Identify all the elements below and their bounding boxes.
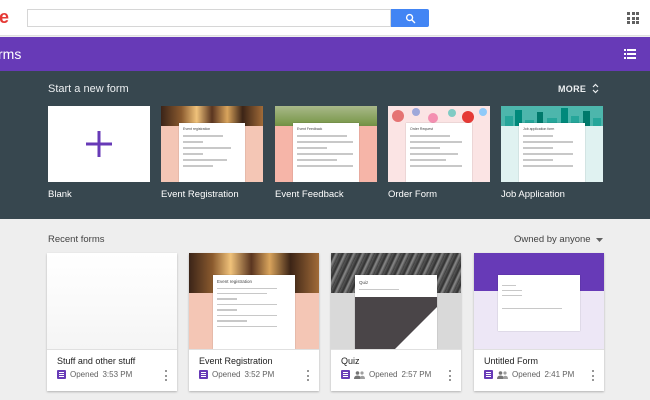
template-sheet: Order Request — [406, 123, 472, 182]
template-label: Job Application — [501, 189, 565, 200]
recent-forms-title: Recent forms — [48, 234, 105, 245]
search-button[interactable] — [391, 9, 429, 27]
opened-label: Opened — [369, 370, 398, 379]
google-logo-fragment[interactable]: e — [0, 6, 9, 28]
opened-time: 2:41 PM — [544, 370, 575, 379]
opened-label: Opened — [70, 370, 99, 379]
quiz-graphic — [395, 307, 437, 349]
form-card[interactable]: Event registration Event Registration Op… — [189, 253, 319, 391]
more-vert-icon[interactable] — [592, 370, 595, 381]
form-card[interactable]: Untitled Form Opened 2:41 PM — [474, 253, 604, 391]
template-gallery: Start a new form MORE Blank Event regist… — [0, 71, 650, 219]
form-meta: Opened 3:52 PM — [199, 370, 274, 379]
form-meta: Opened 2:41 PM — [484, 370, 574, 379]
more-vert-icon[interactable] — [165, 370, 168, 381]
form-card[interactable]: Stuff and other stuff Opened 3:53 PM — [47, 253, 177, 391]
template-label: Event Feedback — [275, 189, 344, 200]
list-view-icon[interactable] — [624, 49, 636, 59]
template-label: Order Form — [388, 189, 438, 200]
opened-time: 3:53 PM — [102, 370, 133, 379]
plus-icon — [86, 131, 112, 157]
forms-icon — [341, 370, 350, 379]
owner-filter-label: Owned by anyone — [514, 234, 591, 245]
more-label: MORE — [558, 83, 587, 94]
template-blank[interactable] — [48, 106, 150, 182]
template-label: Blank — [48, 189, 72, 200]
form-sheet — [498, 275, 580, 331]
people-icon — [354, 370, 365, 379]
opened-time: 2:57 PM — [401, 370, 432, 379]
apps-grid-icon[interactable] — [627, 12, 639, 24]
opened-label: Opened — [212, 370, 241, 379]
gallery-title: Start a new form — [48, 83, 129, 95]
people-icon — [497, 370, 508, 379]
form-thumbnail — [474, 253, 604, 349]
app-title: rms — [0, 46, 22, 62]
forms-icon — [57, 370, 66, 379]
arrow-drop-down-icon — [595, 237, 603, 242]
template-event-feedback[interactable]: Event Feedback — [275, 106, 377, 182]
form-title: Stuff and other stuff — [57, 356, 136, 366]
form-thumbnail: Event registration — [189, 253, 319, 349]
more-vert-icon[interactable] — [449, 370, 452, 381]
opened-label: Opened — [512, 370, 541, 379]
template-sheet: Event Feedback — [293, 123, 359, 182]
app-header: rms — [0, 37, 650, 71]
top-bar: e — [0, 0, 650, 36]
unfold-more-icon — [592, 83, 599, 94]
template-event-registration[interactable]: Event registration — [161, 106, 263, 182]
form-thumbnail — [47, 253, 177, 349]
search-icon — [405, 13, 415, 23]
template-job-application[interactable]: Job application form — [501, 106, 603, 182]
form-card[interactable]: Quiz Quiz Opened 2:57 PM — [331, 253, 461, 391]
template-sheet: Job application form — [519, 123, 585, 182]
opened-time: 3:52 PM — [244, 370, 275, 379]
template-label: Event Registration — [161, 189, 239, 200]
more-templates-button[interactable]: MORE — [558, 83, 599, 94]
forms-icon — [199, 370, 208, 379]
form-title: Event Registration — [199, 356, 273, 366]
form-sheet: Quiz — [355, 275, 437, 349]
form-meta: Opened 2:57 PM — [341, 370, 431, 379]
template-sheet: Event registration — [179, 123, 245, 182]
owner-filter-dropdown[interactable]: Owned by anyone — [514, 234, 603, 245]
template-order-form[interactable]: Order Request — [388, 106, 490, 182]
form-meta: Opened 3:53 PM — [57, 370, 132, 379]
search-input[interactable] — [27, 9, 391, 27]
form-thumbnail: Quiz — [331, 253, 461, 349]
more-vert-icon[interactable] — [307, 370, 310, 381]
form-title: Quiz — [341, 356, 360, 366]
forms-icon — [484, 370, 493, 379]
form-sheet: Event registration — [213, 275, 295, 349]
form-title: Untitled Form — [484, 356, 539, 366]
